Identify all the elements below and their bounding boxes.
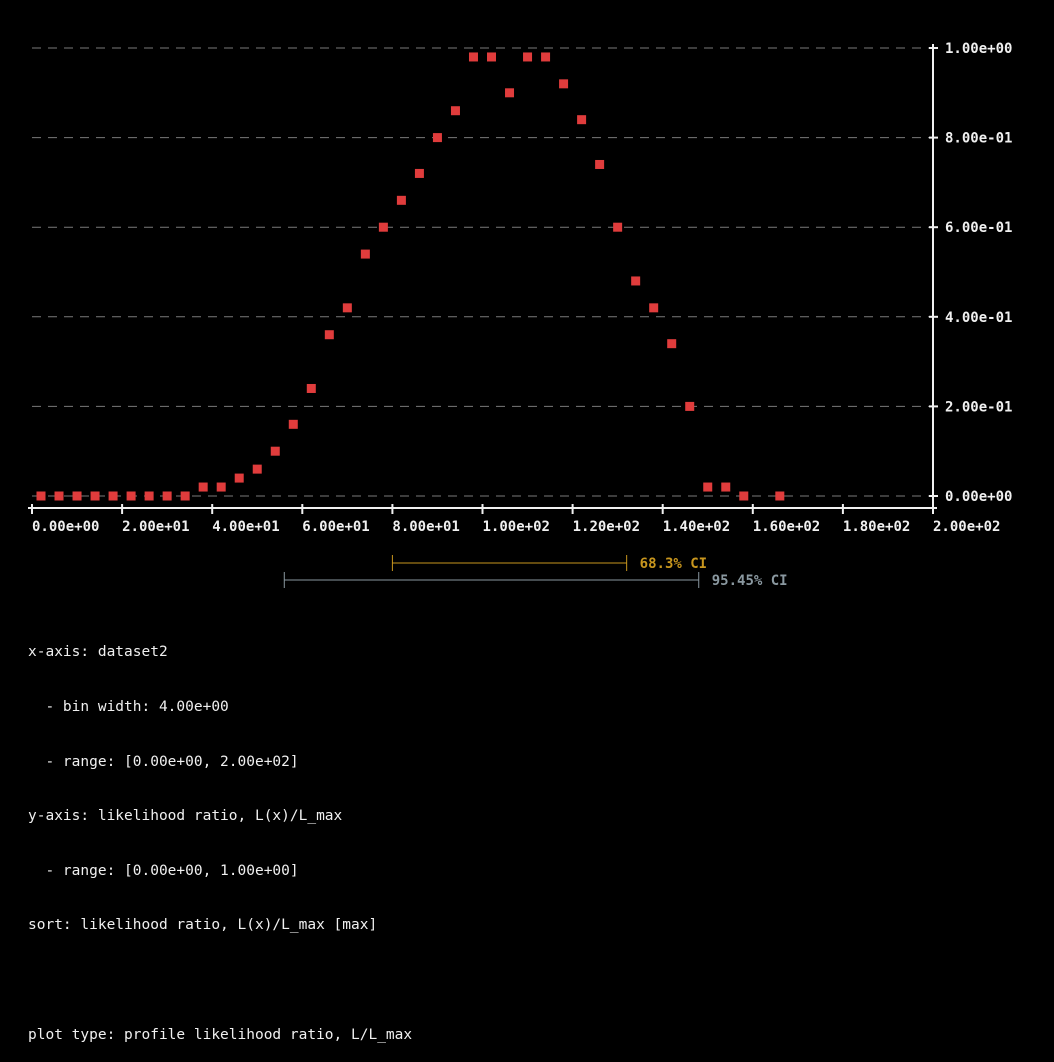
y-tick-label: 8.00e-01 (945, 131, 1012, 147)
data-point (216, 482, 226, 492)
x-tick-label: 1.60e+02 (753, 519, 820, 535)
x-tick-label: 6.00e+01 (302, 519, 369, 535)
x-tick-label: 8.00e+01 (392, 519, 459, 535)
grid-lines (32, 47, 933, 497)
data-point (144, 491, 154, 501)
data-point (432, 133, 442, 143)
plot-info: x-axis: dataset2 - bin width: 4.00e+00 -… (28, 607, 412, 1062)
data-point (505, 88, 515, 98)
x-tick-label: 1.00e+02 (483, 519, 550, 535)
data-point (541, 52, 551, 62)
data-point (378, 222, 388, 232)
data-point (649, 303, 659, 313)
data-point (577, 115, 587, 125)
axes: 0.00e+00 2.00e-01 4.00e-01 6.00e-01 8.00e-01… (28, 41, 1012, 535)
x-tick-label: 1.20e+02 (573, 519, 640, 535)
x-tick-label: 1.80e+02 (843, 519, 910, 535)
data-point (667, 339, 677, 349)
info-line: x-axis: dataset2 (28, 644, 168, 661)
data-point (559, 79, 569, 89)
data-point (180, 491, 190, 501)
data-point (108, 491, 118, 501)
data-point (721, 482, 731, 492)
data-point (613, 222, 623, 232)
data-point (685, 401, 695, 411)
confidence-intervals: 68.3% CI 95.45% CI (283, 555, 788, 589)
info-line: sort: likelihood ratio, L(x)/L_max [max] (28, 917, 378, 934)
y-tick-label: 4.00e-01 (945, 310, 1012, 326)
data-point (396, 195, 406, 205)
data-point (631, 276, 641, 286)
data-point (198, 482, 208, 492)
ci-label: 68.3% CI (640, 556, 707, 572)
data-point (72, 491, 82, 501)
y-tick-label: 2.00e-01 (945, 399, 1012, 415)
ci-label: 95.45% CI (712, 573, 788, 589)
data-point (468, 52, 478, 62)
data-point (36, 491, 46, 501)
data-point (450, 106, 460, 116)
x-tick-label: 0.00e+00 (32, 519, 99, 535)
info-line: - bin width: 4.00e+00 (28, 699, 229, 715)
data-point (162, 491, 172, 501)
data-point (595, 159, 605, 169)
data-points (36, 52, 785, 501)
x-tick-label: 1.40e+02 (663, 519, 730, 535)
data-point (342, 303, 352, 313)
y-tick-label: 1.00e+00 (945, 41, 1012, 57)
y-tick-label: 6.00e-01 (945, 220, 1012, 236)
data-point (523, 52, 533, 62)
data-point (775, 491, 785, 501)
x-tick-label: 4.00e+01 (212, 519, 279, 535)
info-line: plot type: profile likelihood ratio, L/L… (28, 1026, 413, 1043)
likelihood-plot: 0.00e+00 2.00e-01 4.00e-01 6.00e-01 8.00e-01… (28, 41, 1012, 589)
data-point (90, 491, 100, 501)
data-point (414, 168, 424, 178)
data-point (487, 52, 496, 62)
info-line: - range: [0.00e+00, 1.00e+00] (28, 862, 299, 879)
data-point (234, 473, 244, 483)
x-tick-label: 2.00e+02 (933, 519, 1000, 535)
data-point (324, 330, 334, 340)
data-point (288, 419, 298, 429)
y-tick-label: 0.00e+00 (945, 489, 1012, 505)
data-point (306, 383, 316, 393)
data-point (739, 491, 749, 501)
data-point (703, 482, 713, 492)
data-point (126, 491, 136, 501)
info-line: y-axis: likelihood ratio, L(x)/L_max (28, 808, 343, 825)
data-point (252, 464, 262, 474)
x-tick-label: 2.00e+01 (122, 519, 189, 535)
data-point (270, 446, 280, 456)
info-line (28, 971, 412, 989)
data-point (360, 249, 370, 259)
info-line: - range: [0.00e+00, 2.00e+02] (28, 753, 299, 770)
data-point (54, 491, 64, 501)
